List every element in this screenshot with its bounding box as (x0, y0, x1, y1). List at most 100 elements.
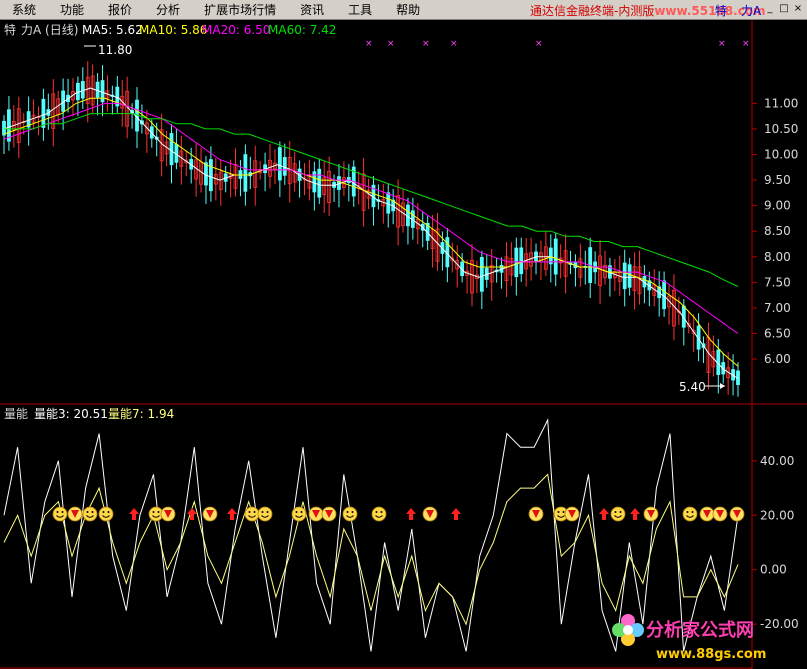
bull-icon (729, 506, 745, 522)
candle-body (519, 247, 524, 275)
volume-header: 量能 量能3: 20.51 量能7: 1.94 (4, 407, 174, 421)
candle-body (386, 192, 391, 214)
smiley-icon (610, 506, 626, 522)
buy-arrow-icon (406, 508, 416, 520)
smiley-icon (342, 506, 358, 522)
watermark: 分析家公式网 www.88gs.com (612, 614, 766, 662)
menu-quote[interactable]: 报价 (96, 1, 144, 18)
top-signal-marker: × (450, 39, 458, 49)
candle-body (169, 133, 174, 166)
candle-body (317, 168, 322, 198)
price-tick-label: 8.00 (764, 250, 791, 264)
menu-system[interactable]: 系统 (0, 1, 48, 18)
stock-title: 力A (日线) (21, 23, 78, 37)
candles: × × × × × × × (2, 39, 750, 397)
candle-body (243, 154, 248, 192)
bull-icon (160, 506, 176, 522)
high-marker: 11.80 (84, 43, 132, 57)
ma-line-ma10 (3, 97, 739, 367)
minimize-icon[interactable]: _ (764, 3, 776, 15)
candle-body (662, 280, 667, 310)
window-controls: _ □ × (764, 3, 804, 15)
ma-line-ma5 (3, 87, 739, 379)
menu-tools[interactable]: 工具 (336, 1, 384, 18)
price-tick-label: 7.00 (764, 301, 791, 315)
bull-icon (202, 506, 218, 522)
ma20-label: MA20: 6.50 (202, 23, 270, 37)
signal-icons (52, 506, 745, 522)
candle-body (80, 81, 85, 99)
volume3-label: 量能3: 20.51 (34, 407, 108, 421)
smiley-icon (52, 506, 68, 522)
price-tick-label: 9.00 (764, 199, 791, 213)
smiley-icon (244, 506, 260, 522)
volume-axis: 40.00 20.00 0.00 -20.00 (752, 454, 799, 631)
candle-body (277, 147, 282, 181)
moving-averages (3, 87, 739, 379)
volume-tick-label: 20.00 (760, 508, 794, 522)
buy-arrow-icon (599, 508, 609, 520)
bull-icon (643, 506, 659, 522)
price-tick-label: 8.50 (764, 224, 791, 238)
price-axis: 11.00 10.50 10.00 9.50 9.00 8.50 8.00 7.50 7.00 6… (752, 96, 798, 366)
price-tick-label: 6.50 (764, 327, 791, 341)
top-signal-marker: × (387, 39, 395, 49)
ma60-label: MA60: 7.42 (268, 23, 336, 37)
menu-special[interactable]: 特 (715, 2, 727, 19)
price-tick-label: 9.50 (764, 173, 791, 187)
menu-help[interactable]: 帮助 (384, 1, 432, 18)
top-signal-marker: × (742, 39, 750, 49)
candle-body (553, 238, 558, 275)
price-tick-label: 6.00 (764, 352, 791, 366)
ma5-label: MA5: 5.62 (82, 23, 143, 37)
bull-icon (67, 506, 83, 522)
menu-extended-market[interactable]: 扩展市场行情 (192, 1, 288, 18)
smiley-icon (257, 506, 273, 522)
candle-body (627, 264, 632, 288)
menu-function[interactable]: 功能 (48, 1, 96, 18)
top-signal-marker: × (718, 39, 726, 49)
ma-line-ma60 (4, 113, 739, 287)
smiley-icon (291, 506, 307, 522)
smiley-icon (98, 506, 114, 522)
price-tick-label: 11.00 (764, 96, 798, 110)
chart-area[interactable]: 特 力A (日线) MA5: 5.62 MA10: 5.86 MA20: 6.5… (0, 20, 807, 669)
buy-arrow-icon (227, 508, 237, 520)
buy-arrow-icon (451, 508, 461, 520)
ma10-label: MA10: 5.86 (139, 23, 207, 37)
smiley-icon (371, 506, 387, 522)
top-signal-marker: × (422, 39, 430, 49)
app-brand-title: 通达信金融终端-内测版www.55188.com (530, 2, 766, 19)
menu-stock-name[interactable]: 力A (741, 2, 761, 19)
close-icon[interactable]: × (792, 3, 804, 15)
candle-body (41, 98, 46, 128)
bull-icon (321, 506, 337, 522)
volume7-label: 量能7: 1.94 (108, 407, 174, 421)
candle-body (622, 262, 627, 290)
volume-title: 量能 (4, 407, 28, 421)
volume-line-7 (3, 473, 739, 626)
buy-arrow-icon (129, 508, 139, 520)
menu-analysis[interactable]: 分析 (144, 1, 192, 18)
candle-body (7, 109, 11, 142)
price-tick-label: 7.50 (764, 275, 791, 289)
watermark-site: www.88gs.com (656, 647, 766, 662)
top-signal-marker: × (535, 39, 543, 49)
price-header: 特 力A (日线) MA5: 5.62 MA10: 5.86 MA20: 6.5… (4, 22, 336, 37)
smiley-icon (682, 506, 698, 522)
restore-icon[interactable]: □ (778, 3, 790, 15)
brand-name: 通达信金融终端-内测版 (530, 4, 655, 18)
low-value: 5.40 (679, 380, 706, 394)
menu-news[interactable]: 资讯 (288, 1, 336, 18)
candle-body (479, 257, 484, 292)
bull-icon (528, 506, 544, 522)
candle-body (208, 159, 213, 192)
price-tick-label: 10.50 (764, 122, 798, 136)
watermark-main: 分析家公式网 (646, 619, 754, 641)
candle-body (204, 162, 208, 186)
bull-icon (308, 506, 324, 522)
bull-icon (422, 506, 438, 522)
smiley-icon (82, 506, 98, 522)
bull-icon (699, 506, 715, 522)
volume-tick-label: -20.00 (760, 617, 799, 631)
